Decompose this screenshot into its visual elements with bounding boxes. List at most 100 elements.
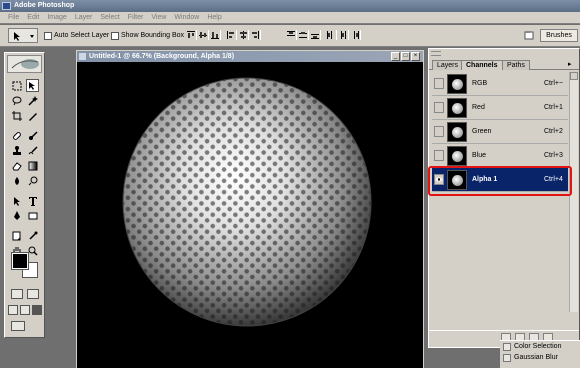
scroll-up-arrow-icon[interactable] (570, 72, 578, 80)
eraser-tool-icon[interactable] (10, 159, 23, 172)
channel-shortcut: Ctrl+1 (544, 104, 563, 111)
adobe-online-icon[interactable] (7, 55, 42, 73)
crop-tool-icon[interactable] (10, 109, 23, 122)
align-right-icon[interactable] (250, 30, 261, 40)
distribute-horizontal-center-icon[interactable] (338, 30, 349, 40)
menu-filter[interactable]: Filter (128, 14, 144, 21)
channel-row-red[interactable]: Red Ctrl+1 (432, 96, 568, 120)
blur-tool-icon[interactable] (10, 174, 23, 187)
channel-row-blue[interactable]: Blue Ctrl+3 (432, 144, 568, 168)
auto-select-layer-checkbox[interactable] (44, 32, 52, 40)
path-selection-icon[interactable] (10, 194, 23, 207)
visibility-toggle[interactable] (434, 126, 444, 137)
gradient-tool-icon[interactable] (26, 159, 39, 172)
tab-layers[interactable]: Layers (432, 60, 464, 70)
visibility-toggle[interactable] (434, 150, 444, 161)
channel-name: Red (472, 104, 485, 111)
channel-thumbnail (447, 146, 467, 166)
full-screen-mode-icon[interactable] (32, 305, 42, 315)
menu-help[interactable]: Help (207, 14, 221, 21)
distribute-right-icon[interactable] (350, 30, 361, 40)
app-title-bar: Adobe Photoshop (0, 0, 580, 12)
channels-palette: Layers Channels Paths ▸ RGB Ctrl+~ Red C… (428, 48, 580, 348)
close-button[interactable]: × (411, 52, 420, 61)
channel-name: Blue (472, 152, 487, 159)
palette-grip-icon[interactable] (431, 51, 441, 56)
menu-edit[interactable]: Edit (27, 14, 39, 21)
menu-view[interactable]: View (151, 14, 166, 21)
distribute-left-icon[interactable] (326, 30, 337, 40)
visibility-toggle[interactable] (434, 102, 444, 113)
channel-row-green[interactable]: Green Ctrl+2 (432, 120, 568, 144)
app-title: Adobe Photoshop (14, 2, 75, 9)
history-palette: Color Selection Gaussian Blur (500, 340, 580, 368)
distribute-bottom-icon[interactable] (310, 30, 321, 40)
image-canvas[interactable] (77, 62, 423, 368)
annotation-highlight (428, 166, 572, 196)
photoshop-icon (2, 2, 11, 10)
visibility-toggle[interactable] (434, 78, 444, 89)
channel-thumbnail (447, 122, 467, 142)
palette-menu-icon[interactable]: ▸ (568, 61, 575, 68)
clone-stamp-icon[interactable] (10, 144, 23, 157)
pen-tool-icon[interactable] (10, 209, 23, 222)
healing-brush-icon[interactable] (10, 129, 23, 142)
align-horizontal-center-icon[interactable] (238, 30, 249, 40)
history-item[interactable]: Color Selection (514, 343, 561, 350)
align-vertical-center-icon[interactable] (198, 30, 209, 40)
brushes-tab[interactable]: Brushes (540, 29, 578, 42)
menu-file[interactable]: File (8, 14, 19, 21)
quick-mask-mode-icon[interactable] (27, 289, 39, 299)
shape-tool-icon[interactable] (26, 209, 39, 222)
channel-name: RGB (472, 80, 488, 87)
channel-row-rgb[interactable]: RGB Ctrl+~ (432, 72, 568, 96)
history-brush-icon[interactable] (26, 144, 39, 157)
document-window: Untitled-1 @ 66.7% (Background, Alpha 1/… (76, 50, 424, 368)
channel-thumbnail (447, 74, 467, 94)
toolbox (4, 52, 45, 338)
menu-select[interactable]: Select (100, 14, 119, 21)
tool-preset-picker[interactable] (8, 28, 38, 43)
minimize-button[interactable]: _ (391, 52, 400, 61)
show-bounding-box-label: Show Bounding Box (121, 32, 185, 39)
notes-tool-icon[interactable] (10, 229, 23, 242)
history-item[interactable]: Gaussian Blur (514, 354, 558, 361)
maximize-button[interactable]: □ (401, 52, 410, 61)
move-tool-icon[interactable] (26, 79, 39, 92)
channel-name: Green (472, 128, 492, 135)
align-left-icon[interactable] (226, 30, 237, 40)
channel-thumbnail (447, 98, 467, 118)
dodge-tool-icon[interactable] (26, 174, 39, 187)
document-icon (79, 53, 86, 60)
tab-paths[interactable]: Paths (502, 60, 530, 70)
full-screen-menu-mode-icon[interactable] (20, 305, 30, 315)
menu-layer[interactable]: Layer (75, 14, 93, 21)
tab-channels[interactable]: Channels (461, 60, 503, 70)
distribute-vertical-center-icon[interactable] (298, 30, 309, 40)
standard-mode-icon[interactable] (11, 289, 23, 299)
options-bar: Auto Select Layer Show Bounding Box Brus… (0, 25, 580, 47)
magic-wand-icon[interactable] (26, 94, 39, 107)
auto-select-layer-label: Auto Select Layer (54, 32, 110, 39)
channel-shortcut: Ctrl+3 (544, 152, 563, 159)
align-top-icon[interactable] (186, 30, 197, 40)
jump-to-imageready-icon[interactable] (11, 321, 25, 331)
palette-well-icon[interactable] (524, 30, 534, 40)
foreground-color-swatch[interactable] (11, 252, 29, 270)
brush-tool-icon[interactable] (26, 129, 39, 142)
menu-bar: File Edit Image Layer Select Filter View… (0, 12, 580, 24)
menu-window[interactable]: Window (174, 14, 199, 21)
eyedropper-icon[interactable] (26, 229, 39, 242)
menu-image[interactable]: Image (47, 14, 66, 21)
marquee-tool-icon[interactable] (10, 79, 23, 92)
lasso-tool-icon[interactable] (10, 94, 23, 107)
distribute-top-icon[interactable] (286, 30, 297, 40)
standard-screen-mode-icon[interactable] (8, 305, 18, 315)
type-tool-icon[interactable] (26, 194, 39, 207)
channel-shortcut: Ctrl+2 (544, 128, 563, 135)
align-bottom-icon[interactable] (210, 30, 221, 40)
slice-tool-icon[interactable] (26, 109, 39, 122)
show-bounding-box-checkbox[interactable] (111, 32, 119, 40)
history-state-icon (503, 354, 511, 362)
document-title-bar[interactable]: Untitled-1 @ 66.7% (Background, Alpha 1/… (77, 51, 423, 62)
